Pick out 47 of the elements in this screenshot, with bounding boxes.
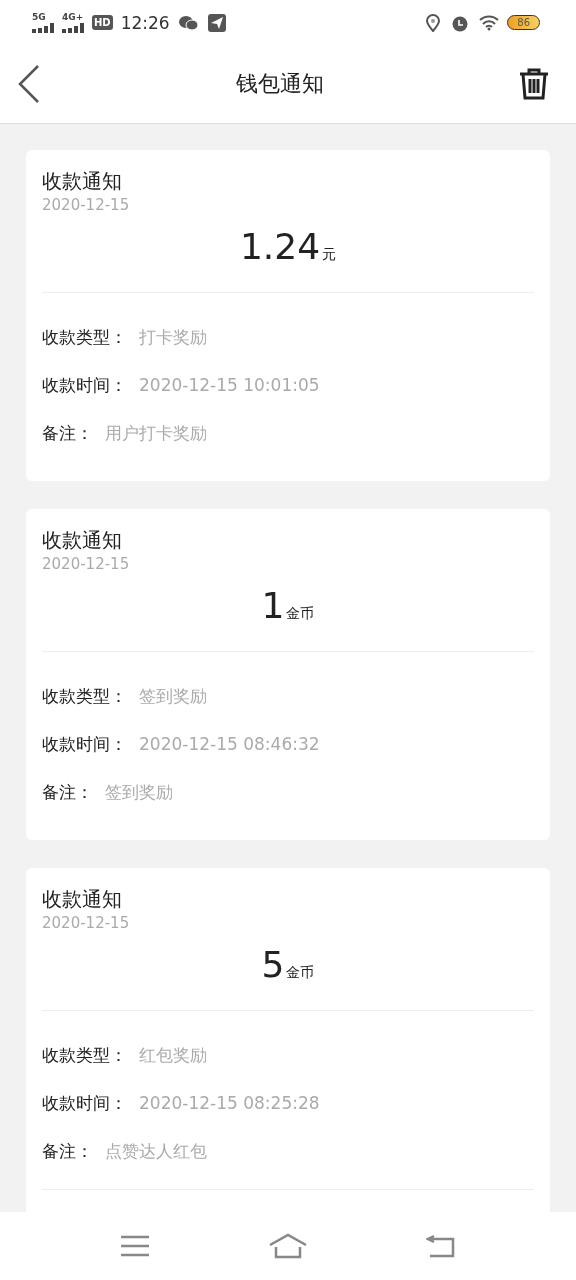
field-label: 收款类型： bbox=[42, 325, 127, 349]
amount-value: 1 bbox=[261, 585, 285, 626]
wifi-icon bbox=[479, 14, 500, 31]
field-value: 签到奖励 bbox=[139, 684, 207, 708]
chat-icon bbox=[177, 13, 198, 32]
back-button[interactable] bbox=[16, 64, 42, 104]
card-date: 2020-12-15 bbox=[42, 195, 131, 216]
card-date: 2020-12-15 bbox=[42, 913, 131, 934]
field-label: 收款时间： bbox=[42, 373, 127, 397]
field-value: 用户打卡奖励 bbox=[105, 421, 207, 445]
network-label: 4G+ bbox=[62, 12, 84, 22]
field-value: 2020-12-15 08:46:32 bbox=[139, 734, 320, 754]
field-label: 收款类型： bbox=[42, 684, 127, 708]
field-label: 收款时间： bbox=[42, 732, 127, 756]
card-date: 2020-12-15 bbox=[42, 554, 131, 575]
field-label: 备注： bbox=[42, 1139, 93, 1163]
field-value: 打卡奖励 bbox=[139, 325, 207, 349]
page-title: 钱包通知 bbox=[236, 70, 324, 98]
amount-unit: 元 bbox=[322, 246, 337, 262]
send-icon bbox=[207, 13, 226, 32]
field-label: 备注： bbox=[42, 421, 93, 445]
amount-value: 5 bbox=[261, 944, 285, 985]
field-value: 红包奖励 bbox=[139, 1043, 207, 1067]
status-time: 12:26 bbox=[120, 12, 170, 33]
menu-icon[interactable] bbox=[119, 1234, 150, 1258]
field-label: 收款时间： bbox=[42, 1091, 127, 1115]
field-value: 2020-12-15 08:25:28 bbox=[139, 1093, 320, 1113]
amount-unit: 金币 bbox=[286, 605, 315, 621]
field-value: 2020-12-15 10:01:05 bbox=[139, 375, 320, 395]
card-title: 收款通知 bbox=[42, 527, 123, 553]
signal-icon bbox=[32, 22, 54, 33]
signal-icon bbox=[62, 22, 84, 33]
hd-badge: HD bbox=[92, 15, 113, 30]
card-title: 收款通知 bbox=[42, 168, 123, 194]
field-label: 备注： bbox=[42, 780, 93, 804]
network-label: 5G bbox=[32, 12, 46, 22]
home-icon[interactable] bbox=[269, 1233, 307, 1259]
amount-value: 1.24 bbox=[239, 226, 321, 267]
battery-indicator: 86 bbox=[507, 15, 540, 30]
card-title: 收款通知 bbox=[42, 886, 123, 912]
field-value: 签到奖励 bbox=[105, 780, 173, 804]
field-value: 点赞达人红包 bbox=[105, 1139, 207, 1163]
location-icon bbox=[425, 13, 442, 32]
amount-unit: 金币 bbox=[286, 964, 315, 980]
back-icon[interactable] bbox=[426, 1234, 457, 1258]
delete-button[interactable] bbox=[518, 67, 550, 101]
field-label: 收款类型： bbox=[42, 1043, 127, 1067]
